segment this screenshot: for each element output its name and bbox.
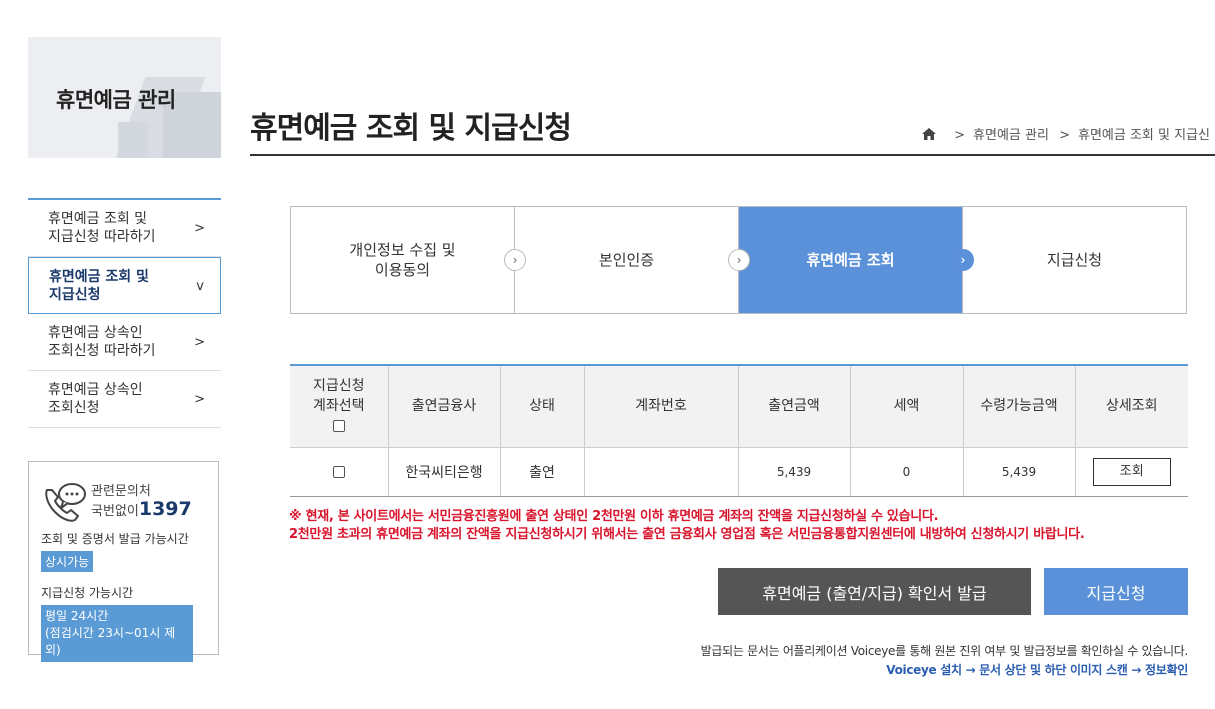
column-header-detail: 상세조회 <box>1075 365 1188 448</box>
column-header-select: 지급신청 계좌선택 <box>290 365 389 448</box>
apply-hours-label: 지급신청 가능시간 <box>41 586 134 600</box>
progress-steps: 개인정보 수집 및 이용동의 › 본인인증 › 휴면예금 조회 › 지급신청 <box>290 206 1187 314</box>
issue-certificate-button[interactable]: 휴면예금 (출연/지급) 확인서 발급 <box>718 568 1031 615</box>
contact-phone-row: 관련문의처 국번없이1397 <box>41 476 206 528</box>
sidebar-item-heir-guide[interactable]: 휴면예금 상속인 조회신청 따라하기 > <box>28 314 221 371</box>
chevron-right-icon: › <box>728 249 750 271</box>
notice-line: ※ 현재, 본 사이트에서는 서민금융진흥원에 출연 상태인 2천만원 이하 휴… <box>289 509 939 524</box>
sidebar-item-label: 휴면예금 상속인 <box>48 325 143 341</box>
breadcrumb-item[interactable]: 휴면예금 조회 및 지급신 <box>1078 128 1210 143</box>
chevron-right-icon: › <box>952 249 974 271</box>
sidebar-item-label: 휴면예금 상속인 <box>48 382 143 398</box>
select-all-checkbox[interactable] <box>332 420 345 433</box>
sidebar-item-label: 조회신청 <box>48 400 100 416</box>
view-detail-button[interactable]: 조회 <box>1092 457 1171 486</box>
sidebar-item-label: 휴면예금 조회 및 <box>49 269 149 285</box>
sidebar-item-label: 지급신청 <box>49 287 101 303</box>
phone-chat-icon <box>45 483 86 522</box>
notice-text: ※ 현재, 본 사이트에서는 서민금융진흥원에 출연 상태인 2천만원 이하 휴… <box>289 508 1085 544</box>
column-header-status: 상태 <box>500 365 585 448</box>
sidebar-title: 휴면예금 관리 <box>56 88 176 112</box>
row-checkbox[interactable] <box>332 465 345 478</box>
step-label: 휴면예금 조회 <box>806 251 895 269</box>
chevron-right-icon: > <box>194 392 205 407</box>
title-divider <box>250 154 1215 156</box>
step-label: 이용동의 <box>374 261 431 279</box>
step-label: 개인정보 수집 및 <box>349 241 456 259</box>
breadcrumb-separator: > <box>1059 128 1070 143</box>
voiceye-note: 발급되는 문서는 어플리케이션 Voiceye를 통해 원본 진위 여부 및 발… <box>700 644 1189 658</box>
step-apply: 지급신청 <box>963 207 1186 313</box>
sidebar-item-label: 휴면예금 조회 및 <box>48 211 148 227</box>
sidebar-item-inquiry[interactable]: 휴면예금 조회 및 지급신청 v <box>28 257 221 314</box>
column-header-account: 계좌번호 <box>584 365 739 448</box>
sidebar-nav: 휴면예금 조회 및 지급신청 따라하기 > 휴면예금 조회 및 지급신청 v 휴… <box>28 198 221 428</box>
step-verification: 본인인증 › <box>515 207 750 313</box>
column-header-company: 출연금융사 <box>388 365 501 448</box>
cell-receivable: 5,439 <box>963 447 1076 497</box>
table-header-row: 지급신청 계좌선택 출연금융사 상태 계좌번호 출연금액 세액 수령가능금액 상… <box>290 365 1188 448</box>
column-header-tax: 세액 <box>850 365 964 448</box>
phone-number: 1397 <box>138 498 192 520</box>
cell-status: 출연 <box>500 447 585 497</box>
column-header-receivable: 수령가능금액 <box>963 365 1076 448</box>
sidebar-banner: 휴면예금 관리 <box>28 37 221 158</box>
breadcrumb-item[interactable]: 휴면예금 관리 <box>973 128 1049 143</box>
apply-hours-line: 평일 24시간 <box>45 609 109 623</box>
apply-hours-line: (점검시간 23시~01시 제외) <box>45 626 176 657</box>
row-select-cell <box>290 447 389 497</box>
hours-badge: 상시가능 <box>41 551 94 572</box>
cell-account <box>584 447 739 497</box>
apply-hours-badge: 평일 24시간 (점검시간 23시~01시 제외) <box>41 605 193 662</box>
contact-prefix: 국번없이 <box>91 504 139 519</box>
cell-amount: 5,439 <box>738 447 851 497</box>
column-header-amount: 출연금액 <box>738 365 851 448</box>
apply-button[interactable]: 지급신청 <box>1044 568 1188 615</box>
banner-decoration <box>118 122 148 158</box>
page-title: 휴면예금 조회 및 지급신청 <box>250 111 572 146</box>
cell-tax: 0 <box>850 447 964 497</box>
cell-company: 한국씨티은행 <box>388 447 501 497</box>
step-inquiry: 휴면예금 조회 › <box>739 207 974 313</box>
sidebar-item-label: 지급신청 따라하기 <box>48 229 156 245</box>
sidebar-item-label: 조회신청 따라하기 <box>48 343 156 359</box>
chevron-right-icon: > <box>194 221 205 236</box>
home-icon[interactable] <box>922 128 936 140</box>
hours-label: 조회 및 증명서 발급 가능시간 <box>41 532 189 546</box>
account-table: 지급신청 계좌선택 출연금융사 상태 계좌번호 출연금액 세액 수령가능금액 상… <box>290 364 1188 497</box>
voiceye-steps-link[interactable]: Voiceye 설치 → 문서 상단 및 하단 이미지 스캔 → 정보확인 <box>886 661 1188 678</box>
sidebar-item-inquiry-guide[interactable]: 휴면예금 조회 및 지급신청 따라하기 > <box>28 200 221 257</box>
chevron-down-icon: v <box>196 279 204 294</box>
contact-box: 관련문의처 국번없이1397 조회 및 증명서 발급 가능시간 상시가능 지급신… <box>28 461 219 662</box>
step-label: 본인인증 <box>598 251 655 269</box>
contact-phone: 국번없이1397 <box>91 498 192 520</box>
column-header-label: 지급신청 <box>312 378 365 395</box>
column-header-label: 계좌선택 <box>312 398 365 415</box>
chevron-right-icon: > <box>194 335 205 350</box>
table-row: 한국씨티은행 출연 5,439 0 5,439 조회 <box>290 447 1188 497</box>
breadcrumb: > 휴면예금 관리 > 휴면예금 조회 및 지급신 <box>922 124 1210 143</box>
cell-detail: 조회 <box>1075 447 1188 497</box>
contact-label: 관련문의처 <box>91 484 151 499</box>
breadcrumb-separator: > <box>954 128 966 143</box>
sidebar-item-heir[interactable]: 휴면예금 상속인 조회신청 > <box>28 371 221 428</box>
chevron-right-icon: › <box>504 249 526 271</box>
step-consent: 개인정보 수집 및 이용동의 › <box>291 207 526 313</box>
notice-line: 2천만원 초과의 휴면예금 계좌의 잔액을 지급신청하시기 위해서는 출연 금융… <box>289 527 1085 542</box>
step-label: 지급신청 <box>1046 251 1103 269</box>
